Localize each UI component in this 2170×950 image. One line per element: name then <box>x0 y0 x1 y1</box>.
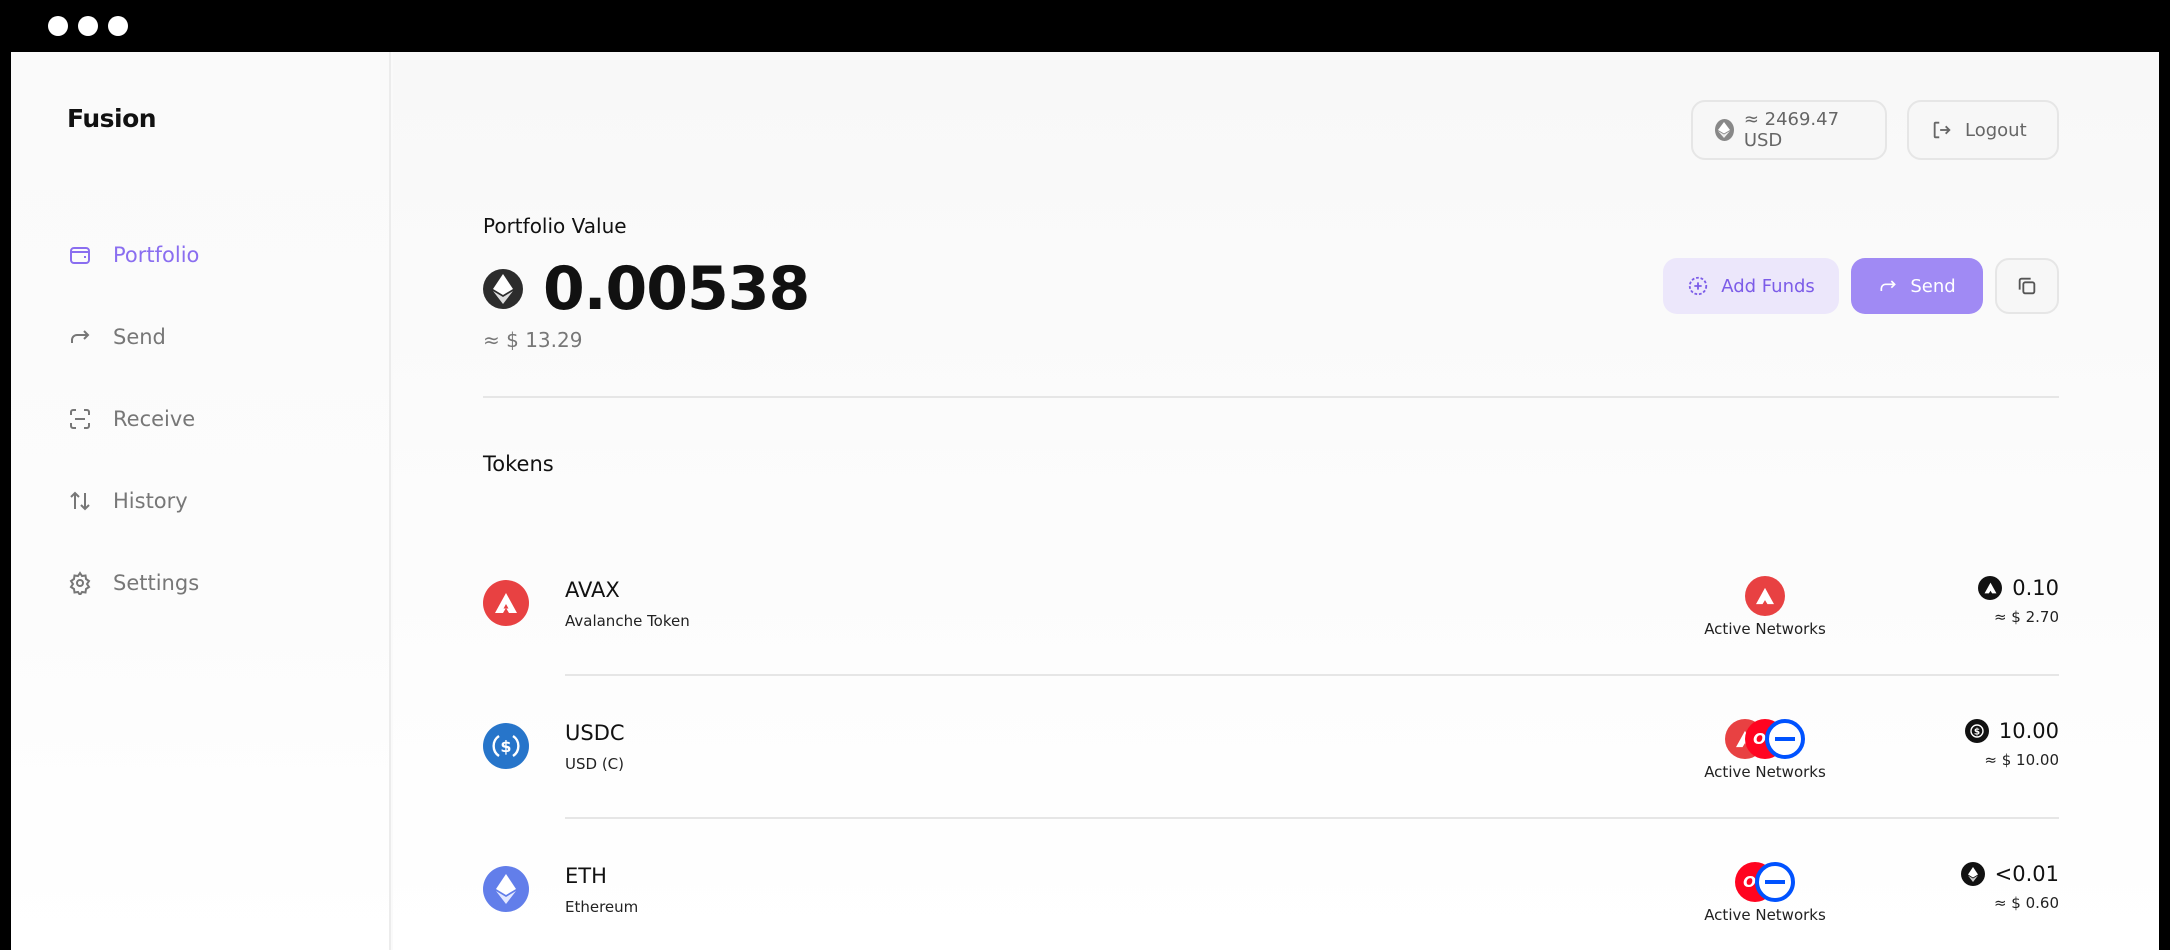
row-divider <box>565 674 2059 676</box>
sidebar-item-settings[interactable]: Settings <box>67 542 199 624</box>
token-balance-usd: ≈ $ 10.00 <box>1984 751 2059 769</box>
portfolio-value: 0.00538 <box>543 254 810 324</box>
active-networks-label: Active Networks <box>1704 763 1826 781</box>
add-funds-label: Add Funds <box>1721 275 1815 297</box>
arrows-updown-icon <box>67 488 93 514</box>
token-balance-amount: 0.10 <box>2012 576 2059 600</box>
portfolio-value-label: Portfolio Value <box>483 214 627 238</box>
eth-icon <box>1715 119 1734 141</box>
base-network-icon <box>1765 719 1805 759</box>
scan-icon <box>67 406 93 432</box>
wallet-icon <box>67 242 93 268</box>
usdc-icon: $ <box>483 723 529 769</box>
token-balance-usd: ≈ $ 2.70 <box>1993 608 2059 626</box>
token-name: USD (C) <box>565 755 624 773</box>
network-icons: OP <box>1675 862 1855 902</box>
token-balance-amount: 10.00 <box>1998 719 2059 743</box>
window-dot[interactable] <box>108 16 128 36</box>
active-networks: OP Active Networks <box>1675 862 1855 924</box>
logout-icon <box>1931 119 1953 141</box>
sidebar-item-label: Receive <box>113 407 196 431</box>
portfolio-value-usd: ≈ $ 13.29 <box>483 328 583 352</box>
logout-button[interactable]: Logout <box>1907 100 2059 160</box>
sidebar-item-label: Settings <box>113 571 200 595</box>
token-balance: 0.10 ≈ $ 2.70 <box>1978 576 2059 626</box>
network-icons <box>1675 576 1855 616</box>
sidebar-item-label: History <box>113 489 188 513</box>
token-row-eth[interactable]: ETH Ethereum OP Active Networks <0.01 <box>483 820 2059 950</box>
token-row-usdc[interactable]: $ USDC USD (C) OP Active Networks <box>483 677 2059 819</box>
avalanche-network-icon <box>1745 576 1785 616</box>
sidebar-item-portfolio[interactable]: Portfolio <box>67 214 199 296</box>
window-controls <box>48 16 128 36</box>
eth-icon <box>483 866 529 912</box>
arrow-forward-icon <box>1878 276 1898 296</box>
active-networks-label: Active Networks <box>1704 620 1826 638</box>
sidebar-item-history[interactable]: History <box>67 460 199 542</box>
token-name: Ethereum <box>565 898 639 916</box>
active-networks-label: Active Networks <box>1704 906 1826 924</box>
logout-label: Logout <box>1965 119 2027 141</box>
window-dot[interactable] <box>48 16 68 36</box>
svg-text:$: $ <box>500 737 511 756</box>
copy-icon <box>2016 275 2038 297</box>
token-row-avax[interactable]: AVAX Avalanche Token Active Networks 0.1… <box>483 534 2059 676</box>
send-button[interactable]: Send <box>1851 258 1983 314</box>
active-networks: Active Networks <box>1675 576 1855 638</box>
token-balance-usd: ≈ $ 0.60 <box>1993 894 2059 912</box>
brand-logo: Fusion <box>67 104 157 133</box>
avax-icon <box>1978 576 2003 600</box>
eth-price-text: ≈ 2469.47 USD <box>1743 109 1840 151</box>
avax-icon <box>483 580 529 626</box>
gear-icon <box>67 570 93 596</box>
token-symbol: AVAX <box>565 578 620 602</box>
sidebar-nav: Portfolio Send Receive History Settings <box>67 214 199 624</box>
eth-price-pill[interactable]: ≈ 2469.47 USD <box>1691 100 1887 160</box>
token-balance: <0.01 ≈ $ 0.60 <box>1960 862 2059 912</box>
main-content: ≈ 2469.47 USD Logout Portfolio Value 0.0… <box>393 52 2159 950</box>
arrow-forward-icon <box>67 324 93 350</box>
sidebar: Fusion Portfolio Send Receive History Se… <box>11 52 391 950</box>
add-circle-icon <box>1687 275 1709 297</box>
row-divider <box>565 817 2059 819</box>
portfolio-value-row: 0.00538 <box>483 254 810 324</box>
usdc-icon: $ <box>1964 719 1989 743</box>
add-funds-button[interactable]: Add Funds <box>1663 258 1839 314</box>
copy-address-button[interactable] <box>1995 258 2059 314</box>
sidebar-item-send[interactable]: Send <box>67 296 199 378</box>
network-icons: OP <box>1675 719 1855 759</box>
eth-icon <box>1960 862 1985 886</box>
svg-text:$: $ <box>1974 728 1980 738</box>
eth-icon <box>483 269 523 309</box>
token-symbol: ETH <box>565 864 607 888</box>
tokens-title: Tokens <box>483 452 554 476</box>
token-symbol: USDC <box>565 721 625 745</box>
app-window: Fusion Portfolio Send Receive History Se… <box>11 52 2159 950</box>
token-name: Avalanche Token <box>565 612 690 630</box>
token-balance-amount: <0.01 <box>1994 862 2059 886</box>
sidebar-item-receive[interactable]: Receive <box>67 378 199 460</box>
device-frame: Fusion Portfolio Send Receive History Se… <box>0 0 2170 950</box>
window-dot[interactable] <box>78 16 98 36</box>
token-balance: $ 10.00 ≈ $ 10.00 <box>1964 719 2059 769</box>
sidebar-item-label: Send <box>113 325 166 349</box>
base-network-icon <box>1755 862 1795 902</box>
sidebar-item-label: Portfolio <box>113 243 200 267</box>
active-networks: OP Active Networks <box>1675 719 1855 781</box>
send-label: Send <box>1910 275 1956 297</box>
section-divider <box>483 396 2059 398</box>
